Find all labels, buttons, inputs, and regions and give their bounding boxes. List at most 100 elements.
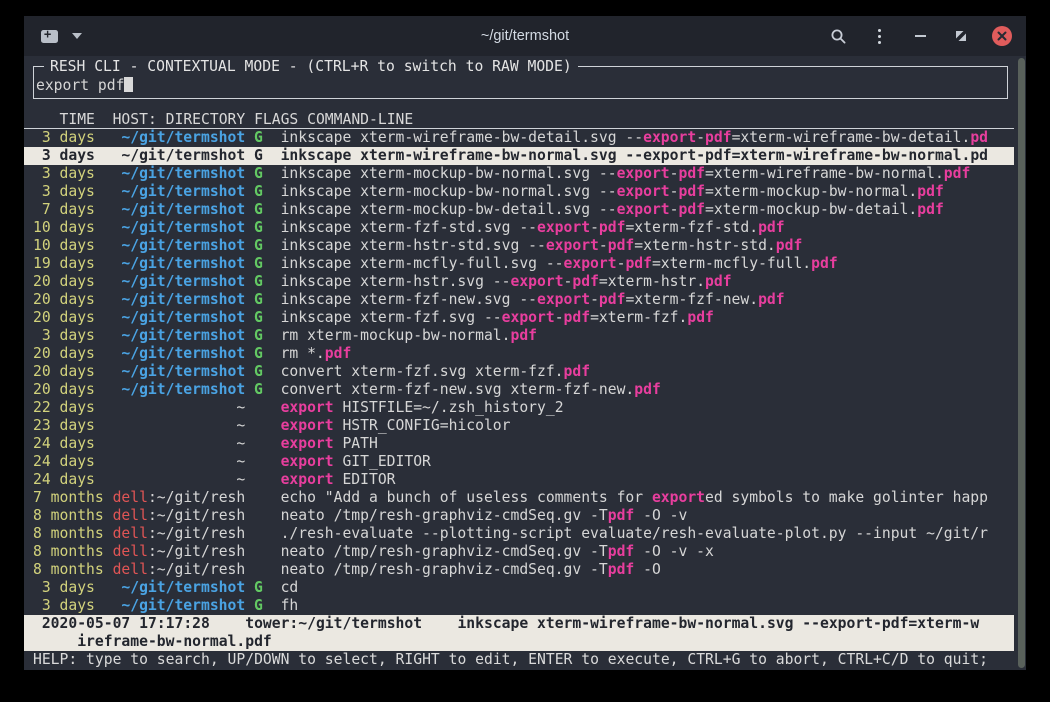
history-row[interactable]: 8 months dell:~/git/resh neato /tmp/resh…	[24, 543, 1014, 561]
row-directory: ~	[113, 471, 246, 489]
row-command: inkscape xterm-fzf-new.svg --export-pdf=…	[281, 291, 785, 308]
row-flags: G	[254, 291, 263, 309]
row-directory: ~/git/termshot	[113, 291, 246, 309]
history-row[interactable]: 3 days ~/git/termshot G cd	[24, 579, 1014, 597]
new-tab-icon[interactable]	[41, 30, 58, 43]
history-row[interactable]: 24 days ~ export EDITOR	[24, 471, 1014, 489]
history-row[interactable]: 24 days ~ export PATH	[24, 435, 1014, 453]
history-row[interactable]: 7 days ~/git/termshot G inkscape xterm-m…	[24, 201, 1014, 219]
history-row[interactable]: 20 days ~/git/termshot G rm *.pdf	[24, 345, 1014, 363]
row-flags: G	[254, 345, 263, 363]
row-flags	[254, 489, 263, 507]
text-cursor	[124, 77, 133, 92]
row-flags	[254, 507, 263, 525]
history-row[interactable]: 8 months dell:~/git/resh neato /tmp/resh…	[24, 561, 1014, 579]
row-time: 8 months	[33, 543, 95, 561]
query-text: export pdf	[36, 77, 124, 94]
row-directory: ~/git/termshot	[113, 165, 246, 183]
row-flags	[254, 561, 263, 579]
row-command: fh	[281, 597, 299, 614]
history-row[interactable]: 8 months dell:~/git/resh ./resh-evaluate…	[24, 525, 1014, 543]
history-rows: 3 days ~/git/termshot G inkscape xterm-w…	[24, 129, 1014, 615]
row-directory: dell:~/git/resh	[113, 561, 246, 579]
history-row[interactable]: 20 days ~/git/termshot G inkscape xterm-…	[24, 291, 1014, 309]
row-command: inkscape xterm-wireframe-bw-detail.svg -…	[281, 129, 988, 146]
row-flags	[254, 525, 263, 543]
row-command: echo "Add a bunch of useless comments fo…	[281, 489, 988, 506]
row-flags: G	[254, 147, 263, 165]
row-command: convert xterm-fzf-new.svg xterm-fzf-new.…	[281, 381, 661, 398]
row-command: inkscape xterm-fzf-std.svg --export-pdf=…	[281, 219, 785, 236]
history-row[interactable]: 23 days ~ export HSTR_CONFIG=hicolor	[24, 417, 1014, 435]
row-command: neato /tmp/resh-graphviz-cmdSeq.gv -Tpdf…	[281, 507, 688, 524]
detail-line-2: ireframe-bw-normal.pdf	[24, 633, 1014, 651]
chevron-down-icon[interactable]	[72, 33, 82, 39]
row-directory: dell:~/git/resh	[113, 507, 246, 525]
row-command: inkscape xterm-mockup-bw-normal.svg --ex…	[281, 165, 971, 182]
search-query-box[interactable]: RESH CLI - CONTEXTUAL MODE - (CTRL+R to …	[33, 66, 1008, 99]
history-row[interactable]: 3 days ~/git/termshot G inkscape xterm-w…	[24, 129, 1014, 147]
search-query-input[interactable]: export pdf	[36, 77, 1005, 95]
kebab-icon	[878, 29, 881, 44]
search-button[interactable]	[828, 26, 848, 46]
row-directory: ~/git/termshot	[113, 183, 246, 201]
history-row[interactable]: 22 days ~ export HISTFILE=~/.zsh_history…	[24, 399, 1014, 417]
row-directory: ~/git/termshot	[113, 129, 246, 147]
close-icon	[997, 31, 1007, 41]
row-flags: G	[254, 597, 263, 615]
row-directory: dell:~/git/resh	[113, 525, 246, 543]
history-row[interactable]: 10 days ~/git/termshot G inkscape xterm-…	[24, 219, 1014, 237]
row-time: 22 days	[33, 399, 95, 417]
row-time: 3 days	[33, 579, 95, 597]
history-row-selected[interactable]: 3 days ~/git/termshot G inkscape xterm-w…	[24, 147, 1014, 165]
scrollbar-thumb[interactable]	[1018, 58, 1025, 668]
titlebar[interactable]: ~/git/termshot	[24, 16, 1026, 56]
history-row[interactable]: 3 days ~/git/termshot G inkscape xterm-m…	[24, 183, 1014, 201]
mode-title: RESH CLI - CONTEXTUAL MODE - (CTRL+R to …	[44, 58, 578, 76]
history-row[interactable]: 19 days ~/git/termshot G inkscape xterm-…	[24, 255, 1014, 273]
row-time: 7 months	[33, 489, 95, 507]
row-time: 24 days	[33, 453, 95, 471]
row-directory: ~/git/termshot	[113, 255, 246, 273]
row-command: export EDITOR	[281, 471, 396, 488]
minimize-button[interactable]	[910, 26, 930, 46]
row-flags: G	[254, 309, 263, 327]
terminal-window: ~/git/termshot	[24, 16, 1026, 670]
history-row[interactable]: 20 days ~/git/termshot G convert xterm-f…	[24, 363, 1014, 381]
row-command: export HSTR_CONFIG=hicolor	[281, 417, 511, 434]
row-command: inkscape xterm-mockup-bw-detail.svg --ex…	[281, 201, 944, 218]
row-directory: ~/git/termshot	[113, 237, 246, 255]
history-row[interactable]: 3 days ~/git/termshot G fh	[24, 597, 1014, 615]
row-time: 24 days	[33, 471, 95, 489]
row-command: inkscape xterm-wireframe-bw-normal.svg -…	[281, 147, 988, 164]
row-directory: ~/git/termshot	[113, 201, 246, 219]
row-directory: ~/git/termshot	[113, 219, 246, 237]
detail-line-1: 2020-05-07 17:17:28 tower:~/git/termshot…	[24, 615, 1014, 633]
history-row[interactable]: 20 days ~/git/termshot G inkscape xterm-…	[24, 273, 1014, 291]
row-time: 8 months	[33, 561, 95, 579]
row-command: rm *.pdf	[281, 345, 352, 362]
history-row[interactable]: 3 days ~/git/termshot G rm xterm-mockup-…	[24, 327, 1014, 345]
row-flags: G	[254, 579, 263, 597]
history-row[interactable]: 8 months dell:~/git/resh neato /tmp/resh…	[24, 507, 1014, 525]
row-directory: dell:~/git/resh	[113, 489, 246, 507]
history-row[interactable]: 7 months dell:~/git/resh echo "Add a bun…	[24, 489, 1014, 507]
close-button[interactable]	[992, 26, 1012, 46]
row-flags: G	[254, 273, 263, 291]
row-flags: G	[254, 183, 263, 201]
history-row[interactable]: 20 days ~/git/termshot G inkscape xterm-…	[24, 309, 1014, 327]
restore-button[interactable]	[951, 26, 971, 46]
menu-button[interactable]	[869, 26, 889, 46]
history-row[interactable]: 3 days ~/git/termshot G inkscape xterm-m…	[24, 165, 1014, 183]
restore-icon	[955, 30, 967, 42]
history-row[interactable]: 10 days ~/git/termshot G inkscape xterm-…	[24, 237, 1014, 255]
row-command: neato /tmp/resh-graphviz-cmdSeq.gv -Tpdf…	[281, 543, 714, 560]
history-row[interactable]: 24 days ~ export GIT_EDITOR	[24, 453, 1014, 471]
row-command: inkscape xterm-hstr-std.svg --export-pdf…	[281, 237, 803, 254]
row-time: 3 days	[33, 129, 95, 147]
row-directory: ~/git/termshot	[113, 309, 246, 327]
history-row[interactable]: 20 days ~/git/termshot G convert xterm-f…	[24, 381, 1014, 399]
row-command: export GIT_EDITOR	[281, 453, 431, 470]
row-flags: G	[254, 219, 263, 237]
row-flags: G	[254, 129, 263, 147]
